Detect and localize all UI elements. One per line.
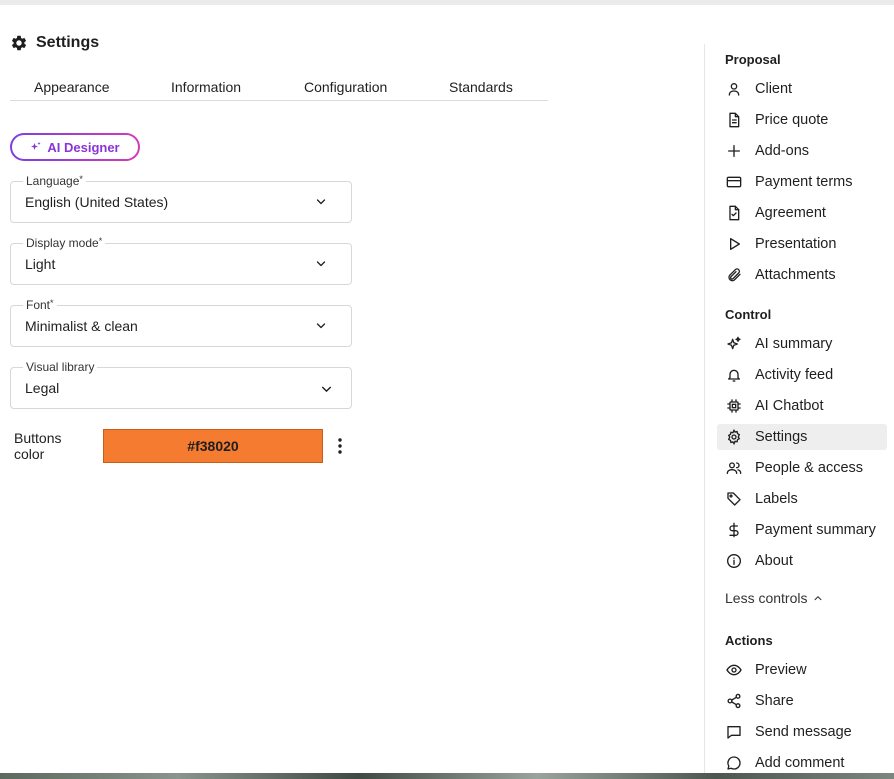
sidebar-item-add-ons[interactable]: Add-ons — [717, 138, 887, 164]
display-mode-select[interactable]: Display mode* Light — [10, 236, 352, 285]
top-bar — [0, 0, 894, 5]
sidebar-item-preview[interactable]: Preview — [717, 657, 887, 683]
sidebar-item-labels[interactable]: Labels — [717, 486, 887, 512]
language-select[interactable]: Language* English (United States) — [10, 174, 352, 223]
credit-card-icon — [725, 173, 743, 191]
play-icon — [725, 235, 743, 253]
buttons-color-swatch[interactable]: #f38020 — [103, 429, 323, 463]
font-select[interactable]: Font* Minimalist & clean — [10, 298, 352, 347]
language-value: English (United States) — [25, 194, 169, 210]
gear-icon — [10, 34, 28, 52]
ai-designer-label: AI Designer — [47, 139, 120, 155]
chevron-down-icon — [320, 383, 333, 396]
right-sidebar: Proposal Client Price quote Add-ons Paym… — [704, 44, 894, 779]
person-icon — [725, 80, 743, 98]
chevron-down-icon — [315, 320, 327, 332]
chevron-up-icon — [813, 593, 823, 603]
sidebar-item-ai-chatbot[interactable]: AI Chatbot — [717, 393, 887, 419]
sidebar-item-payment-terms[interactable]: Payment terms — [717, 169, 887, 195]
page-title: Settings — [36, 34, 100, 51]
visual-library-select[interactable]: Visual library Legal — [10, 360, 352, 409]
paperclip-icon — [725, 266, 743, 284]
less-controls-toggle[interactable]: Less controls — [725, 590, 823, 606]
ai-designer-button[interactable]: AI Designer — [10, 133, 140, 161]
message-icon — [725, 723, 743, 741]
sidebar-item-client[interactable]: Client — [717, 76, 887, 102]
settings-tabs: Appearance Information Configuration Sta… — [10, 78, 548, 101]
sidebar-item-price-quote[interactable]: Price quote — [717, 107, 887, 133]
chip-icon — [725, 397, 743, 415]
font-value: Minimalist & clean — [25, 318, 138, 334]
font-label: Font* — [23, 298, 57, 312]
people-icon — [725, 459, 743, 477]
language-label: Language* — [23, 174, 86, 188]
signed-document-icon — [725, 204, 743, 222]
section-title-control: Control — [725, 307, 772, 322]
display-mode-value: Light — [25, 256, 56, 272]
tab-information[interactable]: Information — [171, 79, 241, 95]
plus-icon — [725, 142, 743, 160]
settings-header: Settings — [10, 34, 99, 52]
dollar-icon — [725, 521, 743, 539]
sidebar-item-activity-feed[interactable]: Activity feed — [717, 362, 887, 388]
buttons-color-label: Buttons color — [14, 430, 62, 462]
gear-icon — [725, 428, 743, 446]
sidebar-item-payment-summary[interactable]: Payment summary — [717, 517, 887, 543]
sidebar-item-about[interactable]: About — [717, 548, 887, 574]
tag-icon — [725, 490, 743, 508]
document-icon — [725, 111, 743, 129]
sidebar-item-agreement[interactable]: Agreement — [717, 200, 887, 226]
sparkles-icon — [30, 141, 42, 153]
buttons-color-value: #f38020 — [187, 438, 239, 454]
sidebar-item-people-access[interactable]: People & access — [717, 455, 887, 481]
bell-icon — [725, 366, 743, 384]
share-icon — [725, 692, 743, 710]
sidebar-item-send-message[interactable]: Send message — [717, 719, 887, 745]
eye-icon — [725, 661, 743, 679]
sidebar-item-share[interactable]: Share — [717, 688, 887, 714]
tab-configuration[interactable]: Configuration — [304, 79, 387, 95]
tab-standards[interactable]: Standards — [449, 79, 513, 95]
visual-library-label: Visual library — [23, 360, 98, 374]
sidebar-item-attachments[interactable]: Attachments — [717, 262, 887, 288]
section-title-proposal: Proposal — [725, 52, 781, 67]
sidebar-item-presentation[interactable]: Presentation — [717, 231, 887, 257]
tab-appearance[interactable]: Appearance — [34, 79, 110, 95]
chevron-down-icon — [315, 258, 327, 270]
info-icon — [725, 552, 743, 570]
sidebar-item-settings[interactable]: Settings — [717, 424, 887, 450]
sidebar-item-ai-summary[interactable]: AI summary — [717, 331, 887, 357]
visual-library-value: Legal — [25, 380, 60, 396]
comment-icon — [725, 754, 743, 772]
chevron-down-icon — [315, 196, 327, 208]
more-options-icon[interactable] — [333, 437, 347, 455]
display-mode-label: Display mode* — [23, 236, 106, 250]
bottom-background-strip — [0, 773, 894, 779]
sparkles-icon — [725, 335, 743, 353]
section-title-actions: Actions — [725, 633, 773, 648]
